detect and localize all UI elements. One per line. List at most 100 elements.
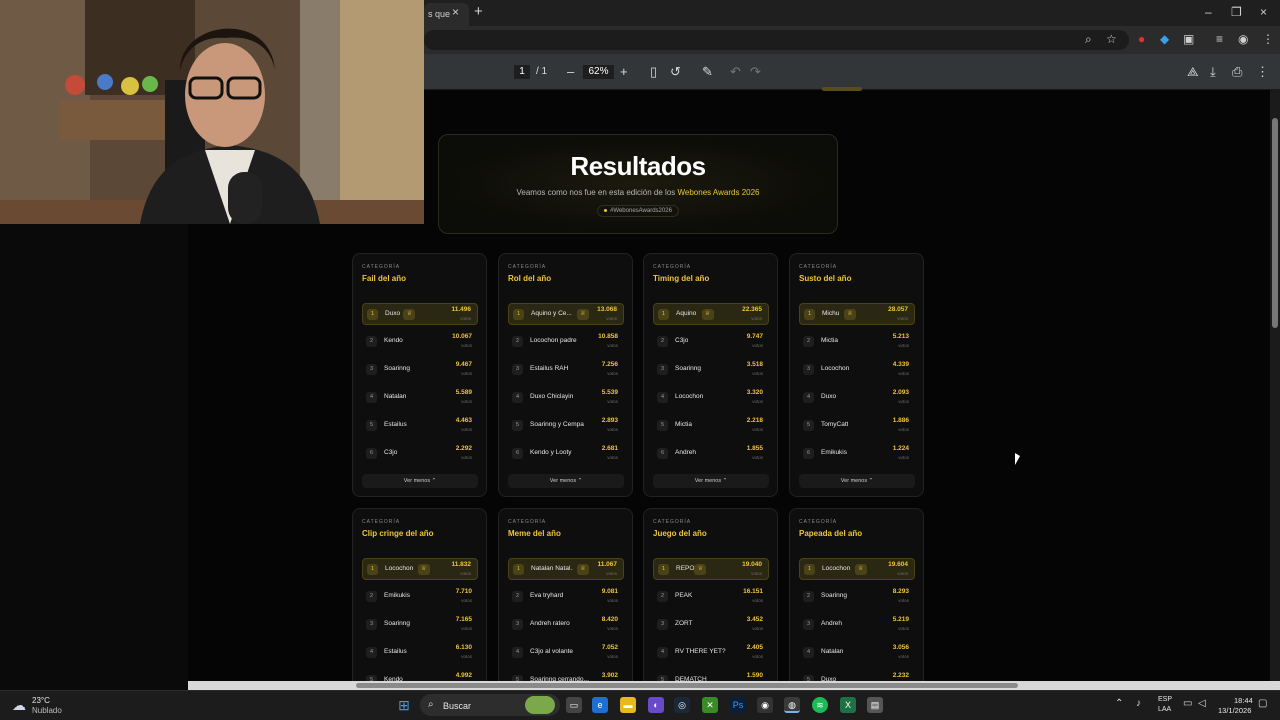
profile-avatar-icon[interactable]: ◉ bbox=[1238, 32, 1248, 46]
ranking-row: 4 Duxo Chiclayin 5.539 votos bbox=[508, 387, 624, 409]
category-title: Fail del año bbox=[362, 274, 407, 283]
extensions-puzzle-icon[interactable]: ▣ bbox=[1183, 32, 1194, 46]
rank-badge: 3 bbox=[512, 364, 523, 375]
vote-count: 5.213 bbox=[892, 333, 909, 340]
show-less-button[interactable]: Ver menos ⌃ bbox=[508, 474, 624, 488]
category-card: CATEGORÍA Juego del año 1 REPO ♕ 19.040 votos 2… bbox=[643, 508, 778, 708]
photoshop-icon[interactable]: Ps bbox=[730, 697, 746, 713]
obs-icon[interactable]: ◉ bbox=[757, 697, 773, 713]
weather-cloud-icon[interactable]: ☁ bbox=[12, 697, 26, 714]
category-label: CATEGORÍA bbox=[508, 519, 547, 525]
pdf-more-icon[interactable]: ⋮ bbox=[1256, 64, 1269, 80]
nominee-name: Andreh ratero bbox=[530, 620, 570, 627]
trophy-icon: ♕ bbox=[694, 564, 707, 575]
excel-icon[interactable]: X bbox=[840, 697, 856, 713]
bookmark-star-icon[interactable]: ☆ bbox=[1106, 32, 1117, 46]
rank-badge: 4 bbox=[512, 392, 523, 403]
hero-subtitle: Veamos como nos fue en esta edición de l… bbox=[516, 188, 760, 197]
rank-badge: 4 bbox=[803, 392, 814, 403]
rank-badge: 4 bbox=[512, 647, 523, 658]
vote-count: 4.339 bbox=[892, 361, 909, 368]
network-icon[interactable]: ▭ bbox=[1183, 698, 1192, 709]
rank-badge: 4 bbox=[366, 392, 377, 403]
category-title: Papeada del año bbox=[799, 529, 863, 538]
zoom-lens-icon[interactable]: ⌕ bbox=[1085, 32, 1092, 46]
windows-start-icon[interactable]: ⊞ bbox=[396, 697, 412, 713]
spotify-icon[interactable]: ≋ bbox=[812, 697, 828, 713]
fit-page-icon[interactable]: ▯ bbox=[650, 64, 657, 80]
steam-icon[interactable]: ◎ bbox=[674, 697, 690, 713]
rank-badge: 2 bbox=[366, 591, 377, 602]
show-less-button[interactable]: Ver menos ⌃ bbox=[653, 474, 769, 488]
ranking-row: 3 ZORT 3.452 votos bbox=[653, 614, 769, 636]
volume-icon[interactable]: ◁ bbox=[1198, 698, 1206, 709]
votes-label: votos bbox=[898, 343, 909, 348]
language-top[interactable]: ESP bbox=[1158, 696, 1172, 703]
ranking-row: 2 Mictia 5.213 votos bbox=[799, 331, 915, 353]
page-number-input[interactable]: 1 bbox=[514, 65, 530, 79]
edge-icon[interactable]: e bbox=[592, 697, 608, 713]
browser-tab[interactable]: s que bbox=[424, 3, 469, 26]
webcam-overlay bbox=[0, 0, 424, 224]
undo-icon[interactable]: ↶ bbox=[730, 64, 741, 80]
nominee-name: Soarinng bbox=[384, 365, 411, 372]
tab-close-icon[interactable]: × bbox=[452, 5, 459, 19]
zoom-input[interactable]: 62% bbox=[583, 65, 614, 79]
rank-badge: 2 bbox=[512, 591, 523, 602]
left-dark-area bbox=[0, 224, 188, 690]
vote-count: 13.068 bbox=[597, 306, 617, 313]
extension-red-icon[interactable]: ● bbox=[1138, 32, 1145, 46]
votes-label: votos bbox=[461, 598, 472, 603]
address-field[interactable] bbox=[424, 30, 1129, 50]
horizontal-scrollbar[interactable] bbox=[188, 681, 1280, 690]
browser-menu-icon[interactable]: ⋮ bbox=[1262, 32, 1274, 46]
redo-icon[interactable]: ↷ bbox=[750, 64, 761, 80]
vote-count: 19.040 bbox=[742, 561, 762, 568]
rank-badge: 1 bbox=[804, 564, 815, 575]
file-explorer-icon[interactable]: ▬ bbox=[620, 697, 636, 713]
votes-label: votos bbox=[751, 316, 762, 321]
notification-icon[interactable]: ▢ bbox=[1258, 698, 1267, 709]
clock-time[interactable]: 18:44 bbox=[1234, 696, 1253, 705]
vote-count: 9.467 bbox=[455, 361, 472, 368]
show-less-button[interactable]: Ver menos ⌃ bbox=[799, 474, 915, 488]
nominee-name: Mictia bbox=[675, 421, 692, 428]
maximize-button[interactable]: ❐ bbox=[1231, 5, 1242, 19]
zoom-in-button[interactable]: + bbox=[620, 64, 628, 80]
tray-chevron-icon[interactable]: ⌃ bbox=[1115, 698, 1123, 709]
minimize-button[interactable]: – bbox=[1205, 5, 1212, 19]
ranking-row: 1 Duxo ♕ 11.496 votos bbox=[362, 303, 478, 325]
discord-icon[interactable]: ◐ bbox=[648, 697, 664, 713]
votes-label: votos bbox=[752, 343, 763, 348]
nominee-name: Locochon bbox=[385, 565, 414, 572]
nominee-name: Eva tryhard bbox=[530, 592, 564, 599]
vote-count: 2.093 bbox=[892, 389, 909, 396]
notepad-icon[interactable]: ▤ bbox=[867, 697, 883, 713]
nominee-name: Duxo bbox=[821, 393, 837, 400]
chrome-icon[interactable]: ◍ bbox=[784, 697, 800, 713]
microphone-icon[interactable]: ♪ bbox=[1136, 698, 1141, 709]
annotate-icon[interactable]: ✎ bbox=[702, 64, 713, 80]
rank-badge: 1 bbox=[513, 564, 524, 575]
close-window-button[interactable]: × bbox=[1260, 5, 1267, 19]
vote-count: 3.518 bbox=[746, 361, 763, 368]
zoom-out-button[interactable]: – bbox=[567, 64, 574, 80]
print-icon[interactable]: ⎙ bbox=[1232, 64, 1242, 80]
nominee-name: C3jo bbox=[675, 337, 689, 344]
download-icon[interactable]: ⤓ bbox=[1210, 64, 1216, 80]
nominee-name: TomyCatt bbox=[821, 421, 849, 428]
tab-search-icon[interactable]: ≡ bbox=[1216, 32, 1223, 46]
vertical-scrollbar[interactable] bbox=[1270, 90, 1280, 681]
show-less-button[interactable]: Ver menos ⌃ bbox=[362, 474, 478, 488]
ranking-row: 3 Andreh 5.219 votos bbox=[799, 614, 915, 636]
drive-save-icon[interactable]: ⟁ bbox=[1187, 64, 1199, 80]
minecraft-icon[interactable]: ✕ bbox=[702, 697, 718, 713]
rank-badge: 3 bbox=[366, 364, 377, 375]
new-tab-button[interactable]: + bbox=[474, 3, 483, 20]
task-view-icon[interactable]: ▭ bbox=[566, 697, 582, 713]
vote-count: 4.992 bbox=[455, 672, 472, 679]
rotate-icon[interactable]: ↺ bbox=[670, 64, 681, 80]
weather-temp[interactable]: 23°C bbox=[32, 696, 50, 705]
search-highlight-image[interactable] bbox=[525, 696, 555, 714]
extension-blue-icon[interactable]: ◆ bbox=[1160, 32, 1169, 46]
